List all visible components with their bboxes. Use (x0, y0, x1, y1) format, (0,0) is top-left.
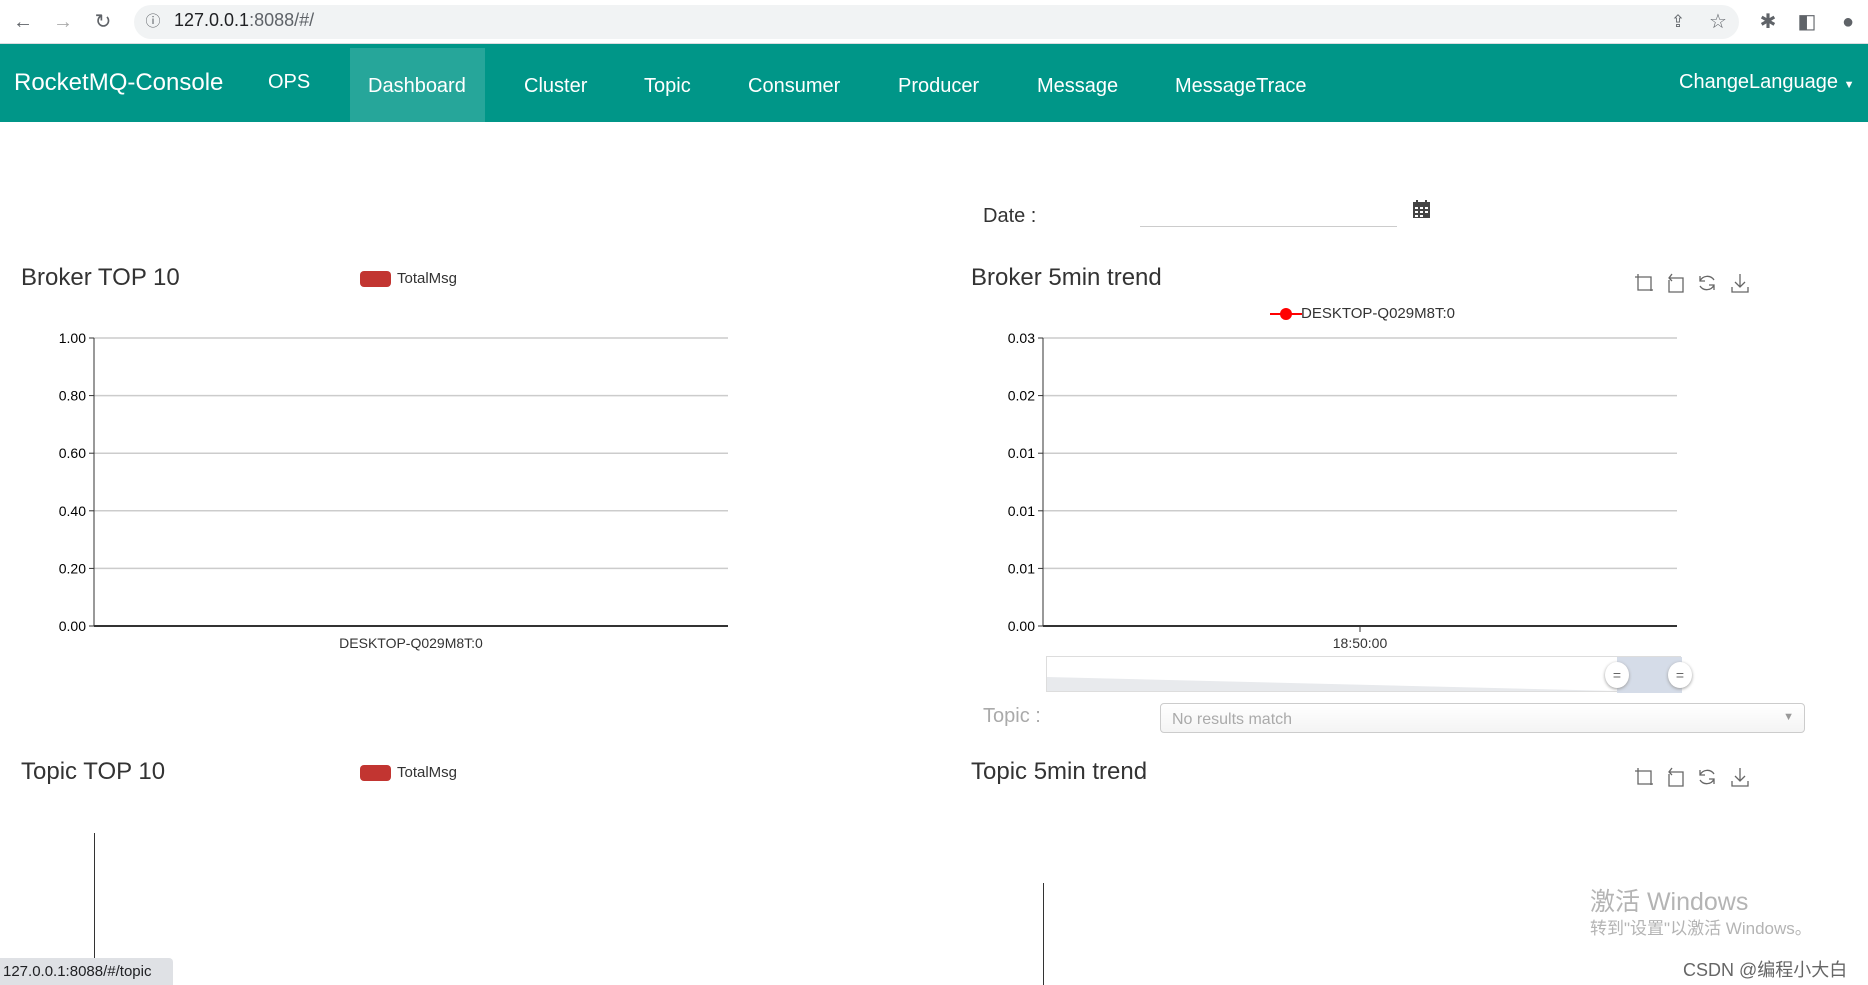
status-bar-url: 127.0.0.1:8088/#/topic (0, 958, 173, 985)
legend-swatch-totalmsg[interactable] (360, 765, 391, 781)
site-info-icon[interactable]: ⓘ (140, 9, 166, 35)
legend-label-totalmsg[interactable]: TotalMsg (397, 270, 457, 287)
change-language-label: ChangeLanguage (1679, 71, 1839, 93)
save-image-icon[interactable] (1729, 766, 1751, 788)
nav-dashboard[interactable]: Dashboard (368, 75, 466, 98)
star-icon[interactable]: ☆ (1705, 9, 1731, 35)
date-input[interactable] (1140, 200, 1397, 227)
nav-cluster[interactable]: Cluster (524, 75, 587, 98)
y-tick-label: 0.01 (1008, 445, 1035, 461)
date-label: Date : (983, 205, 1037, 227)
y-tick-label: 1.00 (59, 330, 86, 346)
y-tick-label: 0.00 (1008, 618, 1035, 634)
legend-label-totalmsg[interactable]: TotalMsg (397, 764, 457, 781)
datazoom-handle-right[interactable]: = (1668, 662, 1692, 688)
nav-ops[interactable]: OPS (268, 71, 310, 94)
topic-select-placeholder: No results match (1172, 711, 1293, 728)
brand[interactable]: RocketMQ-Console (14, 69, 223, 97)
zoom-reset-icon[interactable] (1665, 766, 1687, 788)
y-tick-label: 0.00 (59, 618, 86, 634)
y-tick-label: 0.20 (59, 560, 86, 576)
topic-select[interactable]: No results match ▼ (1160, 703, 1805, 733)
caret-down-icon: ▼ (1843, 79, 1855, 91)
x-tick-label: 18:50:00 (1333, 635, 1388, 651)
restore-icon[interactable] (1696, 766, 1718, 788)
url-host: 127.0.0.1 (174, 10, 250, 30)
calendar-icon[interactable] (1413, 200, 1430, 218)
nav-producer[interactable]: Producer (898, 75, 979, 98)
change-language-dropdown[interactable]: ChangeLanguage ▼ (1679, 71, 1855, 94)
nav-topic[interactable]: Topic (644, 75, 691, 98)
y-tick-label: 0.01 (1008, 560, 1035, 576)
csdn-watermark: CSDN @编程小大白 (1683, 960, 1848, 980)
forward-icon[interactable]: → (50, 9, 76, 35)
topic-trend-title: Topic 5min trend (971, 758, 1148, 785)
url-text[interactable]: 127.0.0.1:8088/#/ (174, 10, 314, 31)
nav-messagetrace[interactable]: MessageTrace (1175, 75, 1307, 98)
y-tick-label: 0.03 (1008, 330, 1035, 346)
topic-trend-y-axis (1043, 883, 1044, 985)
share-icon[interactable]: ⇪ (1665, 9, 1691, 35)
nav-message[interactable]: Message (1037, 75, 1118, 98)
legend-swatch-totalmsg[interactable] (360, 271, 391, 287)
back-icon[interactable]: ← (10, 9, 36, 35)
caret-down-icon: ▼ (1783, 711, 1794, 723)
zoom-reset-icon[interactable] (1665, 272, 1687, 294)
nav-consumer[interactable]: Consumer (748, 75, 840, 98)
broker-top-chart: 0.00 0.20 0.40 0.60 0.80 1.00 DESKTOP-Q029M8T:… (59, 330, 728, 651)
broker-trend-title: Broker 5min trend (971, 264, 1162, 291)
profile-icon[interactable]: ● (1835, 9, 1861, 35)
topic-top-title: Topic TOP 10 (21, 758, 166, 785)
datazoom-slider[interactable] (1046, 656, 1682, 693)
y-tick-label: 0.60 (59, 445, 86, 461)
y-tick-label: 0.40 (59, 503, 86, 519)
broker-trend-chart: 0.00 0.01 0.01 0.01 0.02 0.03 18:50:00 (1008, 330, 1677, 651)
zoom-icon[interactable] (1634, 272, 1656, 294)
y-tick-label: 0.01 (1008, 503, 1035, 519)
url-path: :8088/#/ (249, 10, 315, 30)
datazoom-handle-left[interactable]: = (1605, 662, 1629, 688)
sidepanel-icon[interactable]: ◧ (1794, 9, 1820, 35)
save-image-icon[interactable] (1729, 272, 1751, 294)
topic-label: Topic : (983, 705, 1041, 727)
y-tick-label: 0.02 (1008, 388, 1035, 404)
reload-icon[interactable]: ↻ (90, 9, 116, 35)
extensions-icon[interactable]: ✱ (1755, 9, 1781, 35)
restore-icon[interactable] (1696, 272, 1718, 294)
y-tick-label: 0.80 (59, 388, 86, 404)
top-navbar: RocketMQ-Console OPS Dashboard Cluster T… (0, 44, 1868, 122)
watermark-activate-hint: 转到"设置"以激活 Windows。 (1590, 919, 1812, 938)
watermark-activate-windows: 激活 Windows (1590, 888, 1749, 916)
x-tick-label: DESKTOP-Q029M8T:0 (339, 635, 483, 651)
browser-toolbar: ← → ↻ ⓘ 127.0.0.1:8088/#/ ⇪ ☆ ✱ ◧ ● (0, 0, 1868, 44)
broker-top-title: Broker TOP 10 (21, 264, 180, 291)
address-bar[interactable] (134, 5, 1739, 39)
zoom-icon[interactable] (1634, 766, 1656, 788)
